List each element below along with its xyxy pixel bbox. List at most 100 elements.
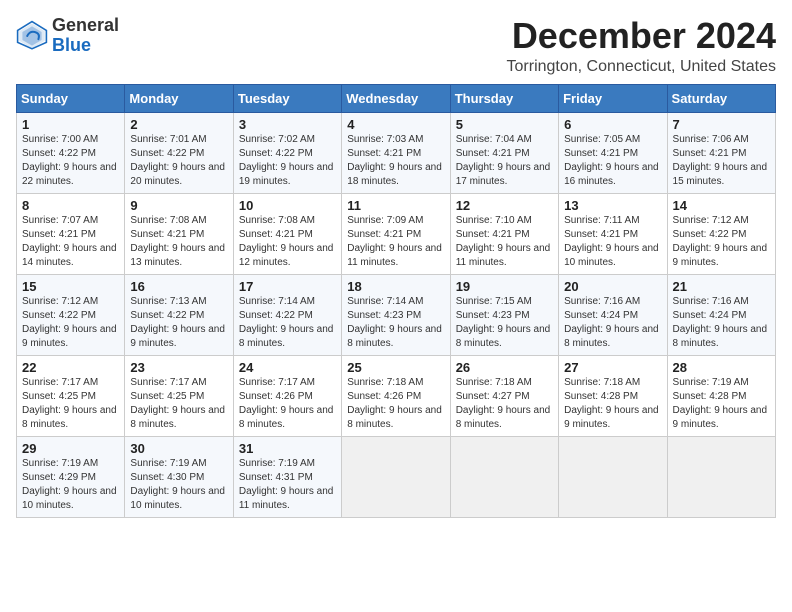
calendar-cell: 26 Sunrise: 7:18 AMSunset: 4:27 PMDaylig…: [450, 355, 558, 436]
day-info: Sunrise: 7:18 AMSunset: 4:28 PMDaylight:…: [564, 377, 659, 430]
calendar-cell: 18 Sunrise: 7:14 AMSunset: 4:23 PMDaylig…: [342, 274, 450, 355]
calendar-cell: 22 Sunrise: 7:17 AMSunset: 4:25 PMDaylig…: [17, 355, 125, 436]
calendar-cell: 16 Sunrise: 7:13 AMSunset: 4:22 PMDaylig…: [125, 274, 233, 355]
day-number: 1: [22, 117, 119, 132]
calendar-cell: 4 Sunrise: 7:03 AMSunset: 4:21 PMDayligh…: [342, 112, 450, 193]
weekday-header-row: SundayMondayTuesdayWednesdayThursdayFrid…: [17, 84, 776, 112]
day-number: 31: [239, 441, 336, 456]
calendar-cell: 25 Sunrise: 7:18 AMSunset: 4:26 PMDaylig…: [342, 355, 450, 436]
day-info: Sunrise: 7:12 AMSunset: 4:22 PMDaylight:…: [22, 296, 117, 349]
calendar-cell: [342, 436, 450, 517]
logo-blue: Blue: [52, 35, 91, 55]
day-info: Sunrise: 7:19 AMSunset: 4:28 PMDaylight:…: [673, 377, 768, 430]
day-info: Sunrise: 7:00 AMSunset: 4:22 PMDaylight:…: [22, 134, 117, 187]
calendar-cell: 5 Sunrise: 7:04 AMSunset: 4:21 PMDayligh…: [450, 112, 558, 193]
calendar-week-3: 15 Sunrise: 7:12 AMSunset: 4:22 PMDaylig…: [17, 274, 776, 355]
day-number: 28: [673, 360, 770, 375]
weekday-header-sunday: Sunday: [17, 84, 125, 112]
calendar-cell: 3 Sunrise: 7:02 AMSunset: 4:22 PMDayligh…: [233, 112, 341, 193]
logo-general: General: [52, 15, 119, 35]
day-number: 3: [239, 117, 336, 132]
day-info: Sunrise: 7:12 AMSunset: 4:22 PMDaylight:…: [673, 215, 768, 268]
day-number: 25: [347, 360, 444, 375]
weekday-header-saturday: Saturday: [667, 84, 775, 112]
day-info: Sunrise: 7:09 AMSunset: 4:21 PMDaylight:…: [347, 215, 442, 268]
day-info: Sunrise: 7:17 AMSunset: 4:26 PMDaylight:…: [239, 377, 334, 430]
day-info: Sunrise: 7:06 AMSunset: 4:21 PMDaylight:…: [673, 134, 768, 187]
day-number: 15: [22, 279, 119, 294]
day-info: Sunrise: 7:14 AMSunset: 4:23 PMDaylight:…: [347, 296, 442, 349]
calendar-cell: 8 Sunrise: 7:07 AMSunset: 4:21 PMDayligh…: [17, 193, 125, 274]
day-number: 9: [130, 198, 227, 213]
weekday-header-wednesday: Wednesday: [342, 84, 450, 112]
logo-icon: [16, 20, 48, 52]
day-number: 30: [130, 441, 227, 456]
day-number: 4: [347, 117, 444, 132]
calendar-cell: 12 Sunrise: 7:10 AMSunset: 4:21 PMDaylig…: [450, 193, 558, 274]
calendar-cell: 24 Sunrise: 7:17 AMSunset: 4:26 PMDaylig…: [233, 355, 341, 436]
logo: General Blue: [16, 16, 119, 56]
calendar-cell: 14 Sunrise: 7:12 AMSunset: 4:22 PMDaylig…: [667, 193, 775, 274]
day-info: Sunrise: 7:05 AMSunset: 4:21 PMDaylight:…: [564, 134, 659, 187]
day-info: Sunrise: 7:07 AMSunset: 4:21 PMDaylight:…: [22, 215, 117, 268]
day-info: Sunrise: 7:13 AMSunset: 4:22 PMDaylight:…: [130, 296, 225, 349]
calendar-week-1: 1 Sunrise: 7:00 AMSunset: 4:22 PMDayligh…: [17, 112, 776, 193]
day-info: Sunrise: 7:10 AMSunset: 4:21 PMDaylight:…: [456, 215, 551, 268]
day-info: Sunrise: 7:19 AMSunset: 4:30 PMDaylight:…: [130, 458, 225, 511]
day-number: 8: [22, 198, 119, 213]
calendar-cell: 20 Sunrise: 7:16 AMSunset: 4:24 PMDaylig…: [559, 274, 667, 355]
calendar-week-5: 29 Sunrise: 7:19 AMSunset: 4:29 PMDaylig…: [17, 436, 776, 517]
calendar-cell: [667, 436, 775, 517]
weekday-header-thursday: Thursday: [450, 84, 558, 112]
day-number: 22: [22, 360, 119, 375]
day-number: 11: [347, 198, 444, 213]
day-info: Sunrise: 7:19 AMSunset: 4:29 PMDaylight:…: [22, 458, 117, 511]
day-number: 19: [456, 279, 553, 294]
calendar-cell: 21 Sunrise: 7:16 AMSunset: 4:24 PMDaylig…: [667, 274, 775, 355]
day-info: Sunrise: 7:11 AMSunset: 4:21 PMDaylight:…: [564, 215, 659, 268]
weekday-header-monday: Monday: [125, 84, 233, 112]
day-info: Sunrise: 7:15 AMSunset: 4:23 PMDaylight:…: [456, 296, 551, 349]
day-info: Sunrise: 7:17 AMSunset: 4:25 PMDaylight:…: [22, 377, 117, 430]
calendar-cell: 17 Sunrise: 7:14 AMSunset: 4:22 PMDaylig…: [233, 274, 341, 355]
calendar-cell: 28 Sunrise: 7:19 AMSunset: 4:28 PMDaylig…: [667, 355, 775, 436]
day-number: 14: [673, 198, 770, 213]
day-number: 2: [130, 117, 227, 132]
day-number: 12: [456, 198, 553, 213]
calendar-cell: 30 Sunrise: 7:19 AMSunset: 4:30 PMDaylig…: [125, 436, 233, 517]
day-number: 17: [239, 279, 336, 294]
calendar-cell: 6 Sunrise: 7:05 AMSunset: 4:21 PMDayligh…: [559, 112, 667, 193]
day-number: 29: [22, 441, 119, 456]
calendar-cell: 10 Sunrise: 7:08 AMSunset: 4:21 PMDaylig…: [233, 193, 341, 274]
calendar-cell: 2 Sunrise: 7:01 AMSunset: 4:22 PMDayligh…: [125, 112, 233, 193]
calendar-cell: 11 Sunrise: 7:09 AMSunset: 4:21 PMDaylig…: [342, 193, 450, 274]
day-number: 26: [456, 360, 553, 375]
day-number: 5: [456, 117, 553, 132]
calendar-cell: 31 Sunrise: 7:19 AMSunset: 4:31 PMDaylig…: [233, 436, 341, 517]
location-title: Torrington, Connecticut, United States: [507, 58, 776, 76]
day-info: Sunrise: 7:16 AMSunset: 4:24 PMDaylight:…: [673, 296, 768, 349]
day-info: Sunrise: 7:03 AMSunset: 4:21 PMDaylight:…: [347, 134, 442, 187]
weekday-header-tuesday: Tuesday: [233, 84, 341, 112]
day-info: Sunrise: 7:08 AMSunset: 4:21 PMDaylight:…: [239, 215, 334, 268]
day-number: 21: [673, 279, 770, 294]
day-number: 18: [347, 279, 444, 294]
day-info: Sunrise: 7:18 AMSunset: 4:27 PMDaylight:…: [456, 377, 551, 430]
header: General Blue December 2024 Torrington, C…: [16, 16, 776, 76]
day-number: 16: [130, 279, 227, 294]
day-number: 23: [130, 360, 227, 375]
day-info: Sunrise: 7:19 AMSunset: 4:31 PMDaylight:…: [239, 458, 334, 511]
weekday-header-friday: Friday: [559, 84, 667, 112]
calendar-cell: 19 Sunrise: 7:15 AMSunset: 4:23 PMDaylig…: [450, 274, 558, 355]
day-info: Sunrise: 7:04 AMSunset: 4:21 PMDaylight:…: [456, 134, 551, 187]
calendar-cell: [559, 436, 667, 517]
day-number: 24: [239, 360, 336, 375]
title-area: December 2024 Torrington, Connecticut, U…: [507, 16, 776, 76]
calendar-cell: 7 Sunrise: 7:06 AMSunset: 4:21 PMDayligh…: [667, 112, 775, 193]
month-title: December 2024: [507, 16, 776, 56]
day-info: Sunrise: 7:16 AMSunset: 4:24 PMDaylight:…: [564, 296, 659, 349]
calendar-cell: [450, 436, 558, 517]
day-number: 10: [239, 198, 336, 213]
calendar-cell: 13 Sunrise: 7:11 AMSunset: 4:21 PMDaylig…: [559, 193, 667, 274]
day-info: Sunrise: 7:17 AMSunset: 4:25 PMDaylight:…: [130, 377, 225, 430]
